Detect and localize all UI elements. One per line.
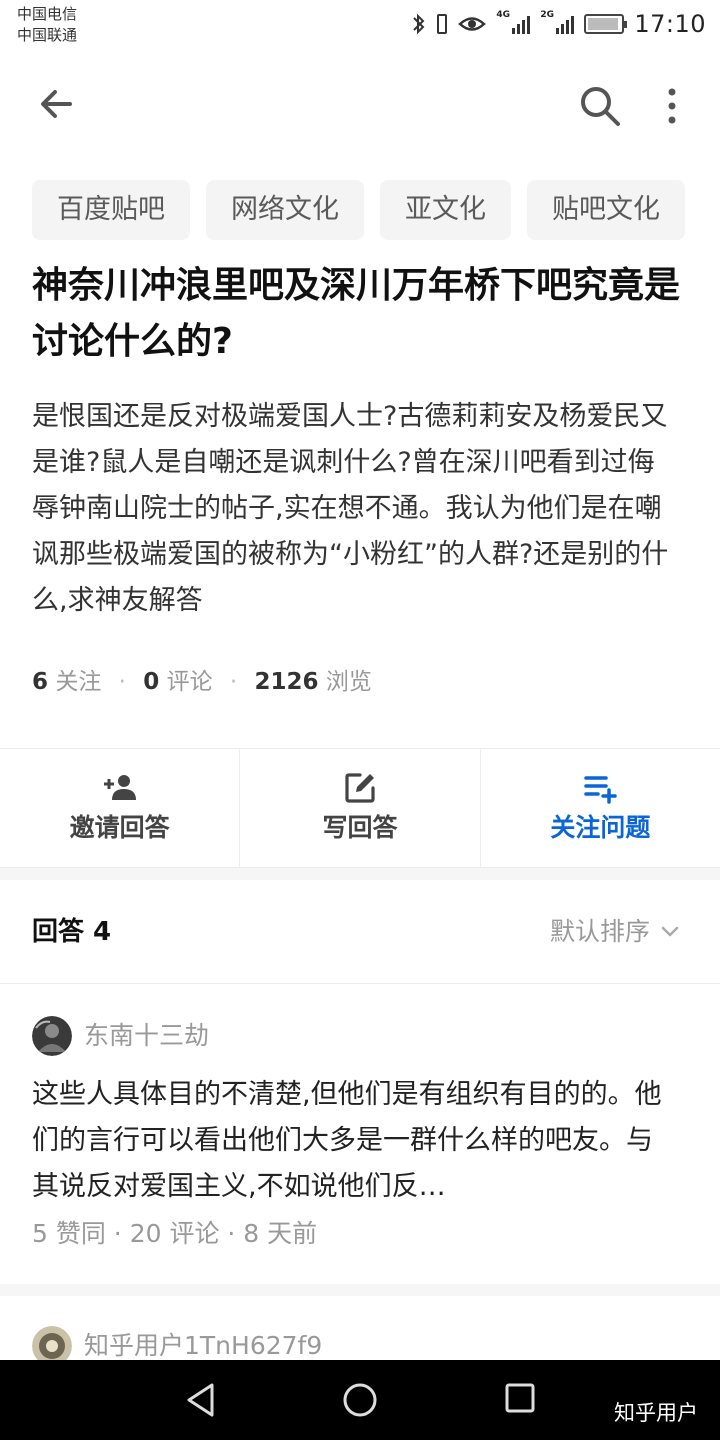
sort-label: 默认排序 — [549, 917, 650, 946]
signal-strength-2: 2G — [540, 10, 575, 34]
nav-home-icon[interactable] — [342, 1382, 378, 1418]
bluetooth-icon — [413, 13, 425, 35]
search-icon[interactable] — [578, 84, 622, 128]
carrier-1: 中国电信 — [17, 5, 78, 23]
answer-card[interactable]: 东南十三劫 这些人具体目的不清楚,但他们是有组织有目的的。他们的言行可以看出他们… — [0, 984, 720, 1284]
add-to-list-icon — [584, 776, 618, 804]
question-title: 神奈川冲浪里吧及深川万年桥下吧究竟是讨论什么的? — [32, 265, 681, 362]
status-icons: 4G 2G 17:10 — [412, 8, 706, 40]
invite-answer-label: 邀请回答 — [69, 813, 170, 842]
carrier-2: 中国联通 — [17, 26, 78, 44]
answer-author[interactable]: 东南十三劫 — [32, 1016, 209, 1056]
author-name: 知乎用户1TnH627f9 — [84, 1331, 323, 1360]
separator-dot: · — [229, 669, 238, 695]
vibrate-icon — [437, 14, 448, 34]
follow-count: 6 — [32, 669, 49, 695]
comment-count-label[interactable]: 评论 — [167, 669, 213, 695]
separator-dot: · — [118, 669, 126, 695]
view-count: 2126 — [254, 669, 319, 695]
topic-tag[interactable]: 网络文化 — [206, 180, 364, 240]
carrier-info: 中国电信 中国联通 — [17, 4, 77, 46]
question-actions: 邀请回答 写回答 关注问题 — [0, 748, 720, 868]
status-bar: 中国电信 中国联通 4G 2G 17:10 — [0, 0, 720, 50]
nav-back-icon[interactable] — [184, 1382, 218, 1418]
question-stats: 6 关注 · 0 评论 · 2126 浏览 — [32, 664, 372, 700]
back-arrow-icon[interactable] — [36, 84, 76, 124]
question-description[interactable]: 是恨国还是反对极端爱国人士?古德莉莉安及杨爱民又是谁?鼠人是自嘲还是讽刺什么?曾… — [32, 394, 672, 624]
watermark: 知乎用户 — [614, 1401, 698, 1425]
edit-icon — [345, 773, 375, 803]
app-bar — [0, 60, 720, 150]
system-navigation-bar: 知乎用户 — [0, 1360, 720, 1440]
answer-author[interactable]: 知乎用户1TnH627f9 — [32, 1326, 322, 1360]
comment-count: 0 — [143, 669, 160, 695]
answers-count-title: 回答 4 — [32, 917, 112, 947]
chevron-down-icon — [661, 926, 679, 937]
avatar[interactable] — [32, 1326, 72, 1360]
author-name: 东南十三劫 — [84, 1021, 210, 1050]
topic-tags: 百度贴吧 网络文化 亚文化 贴吧文化 — [32, 180, 720, 240]
answer-meta: 5 赞同 · 20 评论 · 8 天前 — [32, 1219, 318, 1248]
follow-count-label: 关注 — [55, 669, 102, 695]
write-answer-button[interactable]: 写回答 — [240, 749, 481, 867]
more-vertical-icon[interactable] — [660, 86, 684, 126]
sort-dropdown[interactable]: 默认排序 — [550, 914, 680, 950]
clock: 17:10 — [634, 10, 706, 38]
topic-tag[interactable]: 贴吧文化 — [527, 180, 685, 240]
section-divider — [0, 868, 720, 880]
answer-excerpt[interactable]: 这些人具体目的不清楚,但他们是有组织有目的的。他们的言行可以看出他们大多是一群什… — [32, 1072, 672, 1210]
follow-question-button[interactable]: 关注问题 — [481, 749, 720, 867]
topic-tag[interactable]: 亚文化 — [380, 180, 511, 240]
avatar[interactable] — [32, 1016, 72, 1056]
add-person-icon — [103, 775, 136, 800]
signal-strength-1: 4G — [496, 10, 531, 34]
topic-tag[interactable]: 百度贴吧 — [32, 180, 190, 240]
section-divider — [0, 1284, 720, 1296]
eye-comfort-icon — [458, 17, 487, 31]
follow-question-label: 关注问题 — [550, 813, 651, 842]
battery-icon — [584, 14, 628, 34]
view-count-label: 浏览 — [325, 669, 372, 695]
answer-card[interactable]: 知乎用户1TnH627f9 — [0, 1296, 720, 1360]
nav-recent-apps-icon[interactable] — [504, 1382, 536, 1414]
invite-answer-button[interactable]: 邀请回答 — [0, 749, 241, 867]
write-answer-label: 写回答 — [322, 813, 398, 842]
answers-header: 回答 4 默认排序 — [0, 880, 720, 984]
